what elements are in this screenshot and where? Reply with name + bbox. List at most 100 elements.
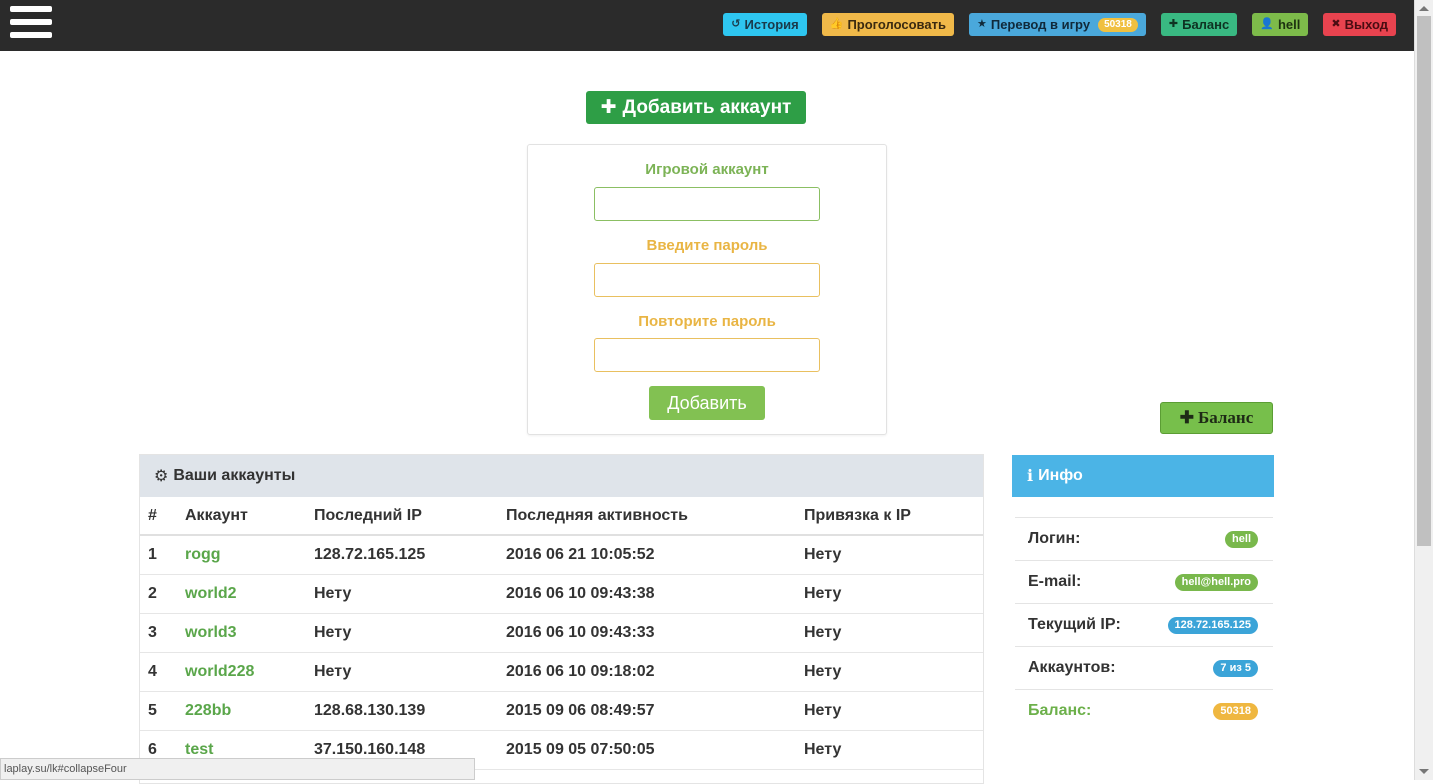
login-badge: hell [1225, 530, 1258, 548]
row-number: 3 [140, 613, 177, 653]
transfer-badge: 50318 [1098, 17, 1138, 32]
scroll-down-arrow-icon[interactable] [1419, 769, 1429, 774]
last-ip: Нету [306, 613, 498, 653]
top-navbar: ↺ История 👍 Проголосовать ★ Перевод в иг… [0, 0, 1414, 51]
info-login-row: Логин: hell [1015, 517, 1273, 560]
password-label: Введите пароль [646, 237, 768, 254]
info-balance-row: Баланс: 50318 [1015, 689, 1273, 732]
accounts-count-label: Аккаунтов: [1028, 659, 1116, 676]
ip-binding: Нету [796, 652, 983, 692]
vote-label: Проголосовать [847, 17, 946, 32]
row-number: 2 [140, 574, 177, 614]
current-ip-badge: 128.72.165.125 [1167, 616, 1258, 634]
ip-binding: Нету [796, 730, 983, 770]
user-label: hell [1277, 17, 1301, 32]
plus-icon: ✚ [1179, 408, 1194, 427]
accounts-table: # Аккаунт Последний IP Последняя активно… [140, 497, 983, 770]
last-activity: 2016 06 10 09:43:33 [498, 613, 796, 653]
info-email-row: E-mail: hell@hell.pro [1015, 560, 1273, 603]
last-activity: 2016 06 10 09:43:38 [498, 574, 796, 614]
history-icon: ↺ [731, 18, 741, 30]
scroll-up-arrow-icon[interactable] [1419, 6, 1429, 11]
account-link[interactable]: 228bb [177, 691, 306, 731]
table-row: 4 world228 Нету 2016 06 10 09:18:02 Нету [140, 652, 983, 692]
col-ip-binding: Привязка к IP [796, 497, 983, 536]
repeat-password-input[interactable] [594, 338, 820, 372]
add-account-button[interactable]: ✚ Добавить аккаунт [586, 91, 806, 124]
user-icon: 👤 [1260, 18, 1274, 30]
add-account-label: Добавить аккаунт [622, 96, 792, 118]
col-number: # [140, 497, 177, 536]
info-accounts-row: Аккаунтов: 7 из 5 [1015, 646, 1273, 689]
balance-button-label: Баланс [1197, 408, 1254, 427]
scroll-thumb[interactable] [1417, 16, 1431, 546]
menu-hamburger-icon[interactable] [10, 6, 52, 42]
email-badge: hell@hell.pro [1174, 573, 1258, 591]
row-number: 1 [140, 535, 177, 575]
user-button[interactable]: 👤 hell [1252, 13, 1309, 36]
info-icon: ℹ [1027, 468, 1034, 485]
account-link[interactable]: world228 [177, 652, 306, 692]
current-ip-label: Текущий IP: [1028, 616, 1121, 633]
col-last-ip: Последний IP [306, 497, 498, 536]
table-row: 3 world3 Нету 2016 06 10 09:43:33 Нету [140, 613, 983, 653]
col-account: Аккаунт [177, 497, 306, 536]
last-ip: Нету [306, 652, 498, 692]
add-submit-button[interactable]: Добавить [649, 386, 765, 420]
plus-icon: ✚ [1168, 18, 1179, 30]
col-last-activity: Последняя активность [498, 497, 796, 536]
balance-nav-label: Баланс [1182, 17, 1230, 32]
row-number: 5 [140, 691, 177, 731]
ip-binding: Нету [796, 535, 983, 575]
thumbs-up-icon: 👍 [829, 18, 844, 30]
table-header-row: # Аккаунт Последний IP Последняя активно… [140, 497, 983, 536]
accounts-panel-header: ⚙ Ваши аккаунты [140, 455, 983, 497]
accounts-title: Ваши аккаунты [173, 467, 296, 484]
repeat-password-label: Повторите пароль [638, 313, 776, 330]
info-title: Инфо [1038, 467, 1083, 484]
balance-button[interactable]: ✚ Баланс [1160, 402, 1273, 434]
transfer-button[interactable]: ★ Перевод в игру 50318 [968, 13, 1146, 36]
game-account-input[interactable] [594, 187, 820, 221]
close-icon: ✖ [1331, 18, 1341, 30]
last-ip: Нету [306, 574, 498, 614]
account-link[interactable]: world2 [177, 574, 306, 614]
password-input[interactable] [594, 263, 820, 297]
accounts-count-badge: 7 из 5 [1213, 659, 1258, 677]
ip-binding: Нету [796, 613, 983, 653]
browser-status-bar: laplay.su/lk#collapseFour [0, 758, 475, 780]
balance-badge: 50318 [1213, 702, 1258, 720]
logout-button[interactable]: ✖ Выход [1323, 13, 1396, 36]
accounts-panel: ⚙ Ваши аккаунты # Аккаунт Последний IP П… [139, 454, 984, 784]
email-label: E-mail: [1028, 573, 1082, 590]
vote-button[interactable]: 👍 Проголосовать [821, 13, 954, 36]
game-account-label: Игровой аккаунт [645, 161, 769, 178]
balance-label: Баланс: [1028, 702, 1092, 719]
last-activity: 2015 09 05 07:50:05 [498, 730, 796, 770]
transfer-label: Перевод в игру [990, 17, 1091, 32]
info-ip-row: Текущий IP: 128.72.165.125 [1015, 603, 1273, 646]
last-activity: 2016 06 10 09:18:02 [498, 652, 796, 692]
gear-icon: ⚙ [154, 468, 169, 485]
plus-icon: ✚ [600, 97, 617, 118]
info-panel: ℹ Инфо Логин: hell E-mail: hell@hell.pro… [1012, 455, 1274, 755]
page-scrollbar[interactable] [1414, 0, 1433, 780]
last-ip: 128.72.165.125 [306, 535, 498, 575]
table-row: 2 world2 Нету 2016 06 10 09:43:38 Нету [140, 574, 983, 614]
last-activity: 2015 09 06 08:49:57 [498, 691, 796, 731]
balance-nav-button[interactable]: ✚ Баланс [1160, 13, 1238, 36]
login-label: Логин: [1028, 530, 1081, 547]
history-button[interactable]: ↺ История [723, 13, 807, 36]
row-number: 4 [140, 652, 177, 692]
history-label: История [744, 17, 799, 32]
info-panel-header: ℹ Инфо [1012, 455, 1274, 497]
top-nav-buttons: ↺ История 👍 Проголосовать ★ Перевод в иг… [723, 13, 1396, 36]
table-row: 5 228bb 128.68.130.139 2015 09 06 08:49:… [140, 691, 983, 731]
last-activity: 2016 06 21 10:05:52 [498, 535, 796, 575]
ip-binding: Нету [796, 574, 983, 614]
logout-label: Выход [1344, 17, 1388, 32]
account-link[interactable]: world3 [177, 613, 306, 653]
last-ip: 128.68.130.139 [306, 691, 498, 731]
ip-binding: Нету [796, 691, 983, 731]
account-link[interactable]: rogg [177, 535, 306, 575]
